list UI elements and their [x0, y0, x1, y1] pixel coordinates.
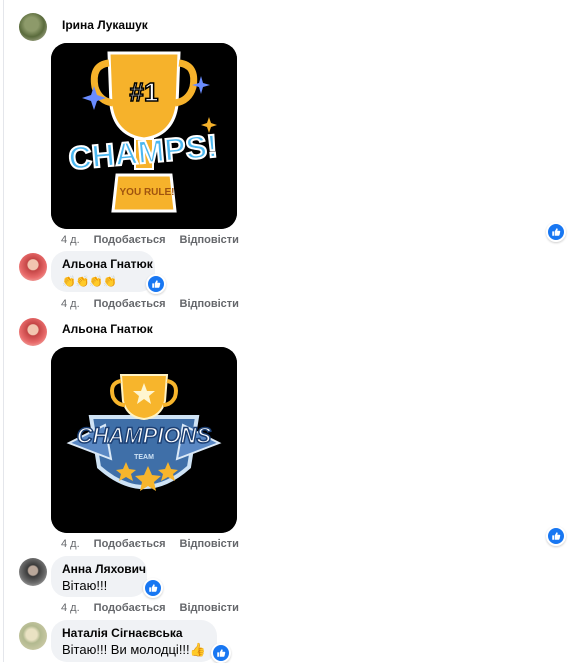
reply-action[interactable]: Відповісти [180, 602, 239, 614]
comment-actions-alyona-2: 4 д. Подобається Відповісти [61, 538, 253, 550]
comment-text-natalia: Вітаю!!! Ви молодці!!!👍 [62, 642, 206, 657]
comment-author-alyona[interactable]: Альона Гнатюк [62, 257, 153, 272]
sticker-champions-text: CHAMPIONS [77, 423, 212, 448]
sticker-you-rule-text: YOU RULE! [120, 187, 175, 198]
comment-author-iryna[interactable]: Ірина Лукашук [62, 18, 148, 32]
comment-time[interactable]: 4 д. [61, 234, 80, 246]
sticker-number-text: #1 [130, 77, 159, 107]
avatar-alyona[interactable] [19, 253, 47, 281]
like-reaction-icon[interactable] [146, 274, 166, 294]
avatar-natalia[interactable] [19, 622, 47, 650]
reply-action[interactable]: Відповісти [180, 298, 239, 310]
avatar-anna[interactable] [19, 558, 47, 586]
champions-badge-sticker: CHAMPIONS TEAM [51, 347, 237, 533]
comment-actions-alyona-1: 4 д. Подобається Відповісти [61, 298, 253, 310]
like-reaction-icon[interactable] [546, 222, 566, 242]
comment-time[interactable]: 4 д. [61, 538, 80, 550]
clap-emoji-text: 👏👏👏👏 [62, 276, 117, 288]
sticker-champs: #1 CHAMPS! YOU RULE! [51, 43, 237, 229]
thread-divider [3, 0, 4, 662]
comment-text-claps: 👏👏👏👏 [62, 272, 144, 291]
reply-action[interactable]: Відповісти [180, 234, 239, 246]
comment-time[interactable]: 4 д. [61, 602, 80, 614]
comment-text-anna: Вітаю!!! [62, 578, 108, 593]
comment-time[interactable]: 4 д. [61, 298, 80, 310]
like-reaction-icon[interactable] [546, 526, 566, 546]
like-action[interactable]: Подобається [94, 602, 166, 614]
reply-action[interactable]: Відповісти [180, 538, 239, 550]
like-reaction-icon[interactable] [211, 643, 231, 663]
avatar-alyona[interactable] [19, 318, 47, 346]
like-action[interactable]: Подобається [94, 234, 166, 246]
comment-bubble-natalia: Наталія Сігнаєвська Вітаю!!! Ви молодці!… [51, 620, 217, 662]
comment-actions-iryna: 4 д. Подобається Відповісти [61, 234, 253, 246]
sticker-team-text: TEAM [134, 454, 154, 461]
comment-bubble-alyona-1: Альона Гнатюк 👏👏👏👏 [51, 251, 155, 292]
comment-author-anna[interactable]: Анна Ляхович [62, 562, 146, 577]
like-action[interactable]: Подобається [94, 298, 166, 310]
sticker-champions: CHAMPIONS TEAM [51, 347, 237, 533]
avatar-iryna[interactable] [19, 13, 47, 41]
like-reaction-icon[interactable] [143, 578, 163, 598]
comment-bubble-anna: Анна Ляхович Вітаю!!! [51, 556, 147, 597]
comment-author-alyona[interactable]: Альона Гнатюк [62, 322, 153, 336]
comment-actions-anna: 4 д. Подобається Відповісти [61, 602, 253, 614]
champs-trophy-sticker: #1 CHAMPS! YOU RULE! [51, 43, 237, 229]
like-action[interactable]: Подобається [94, 538, 166, 550]
comment-author-natalia[interactable]: Наталія Сігнаєвська [62, 626, 206, 641]
